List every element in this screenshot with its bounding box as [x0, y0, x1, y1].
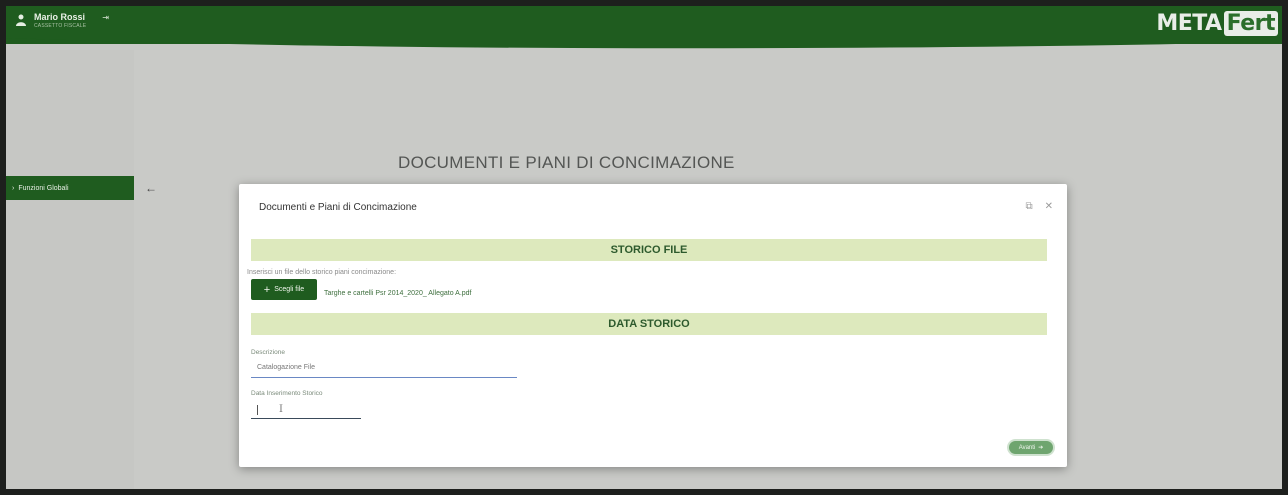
header-wave [6, 36, 1282, 49]
user-block[interactable]: Mario Rossi CASSETTO FISCALE ⇥ [16, 12, 109, 30]
file-hint: Inserisci un file dello storico piani co… [247, 269, 397, 276]
page-title: DOCUMENTI E PIANI DI CONCIMAZIONE [398, 153, 735, 172]
section-data-storico: DATA STORICO [251, 313, 1047, 335]
logo-fert-text: Fert [1223, 10, 1278, 36]
choose-file-label: Scegli file [274, 286, 305, 293]
description-field[interactable]: Catalogazione File [251, 364, 517, 378]
app-frame: Mario Rossi CASSETTO FISCALE ⇥ META Fert… [6, 6, 1282, 489]
plus-icon: + [263, 283, 271, 296]
user-name: Mario Rossi [34, 12, 86, 22]
dialog-title: Documenti e Piani di Concimazione [259, 202, 417, 213]
arrow-left-icon[interactable]: ← [140, 178, 162, 200]
logout-icon[interactable]: ⇥ [102, 13, 109, 22]
sidebar-item-label: Funzioni Globali [18, 184, 69, 192]
choose-file-button[interactable]: + Scegli file [251, 279, 317, 300]
next-button[interactable]: Avanti ➔ [1009, 441, 1053, 454]
date-label: Data Inserimento Storico [251, 390, 323, 397]
text-cursor [257, 405, 258, 415]
chevron-right-icon: › [12, 184, 15, 192]
logo-meta-text: META [1156, 10, 1222, 36]
description-label: Descrizione [251, 349, 285, 356]
arrow-right-icon: ➔ [1038, 445, 1044, 451]
dialog-actions: ⧉ ✕ [1025, 201, 1053, 212]
maximize-icon[interactable]: ⧉ [1025, 201, 1032, 212]
sidebar [6, 50, 134, 489]
user-info: Mario Rossi CASSETTO FISCALE [34, 12, 86, 30]
section-storico-file: STORICO FILE [251, 239, 1047, 261]
selected-file-name: Targhe e cartelli Psr 2014_2020_ Allegat… [324, 290, 472, 297]
close-icon[interactable]: ✕ [1045, 201, 1053, 212]
date-field[interactable]: I [251, 403, 361, 419]
metafert-logo: META Fert [1156, 10, 1278, 36]
ibeam-cursor-icon: I [279, 404, 283, 415]
sidebar-item-funzioni-globali[interactable]: › Funzioni Globali [6, 176, 134, 200]
next-label: Avanti [1018, 444, 1036, 451]
user-role: CASSETTO FISCALE [34, 23, 87, 29]
user-icon [16, 14, 26, 26]
upload-dialog: Documenti e Piani di Concimazione ⧉ ✕ ST… [239, 184, 1067, 467]
